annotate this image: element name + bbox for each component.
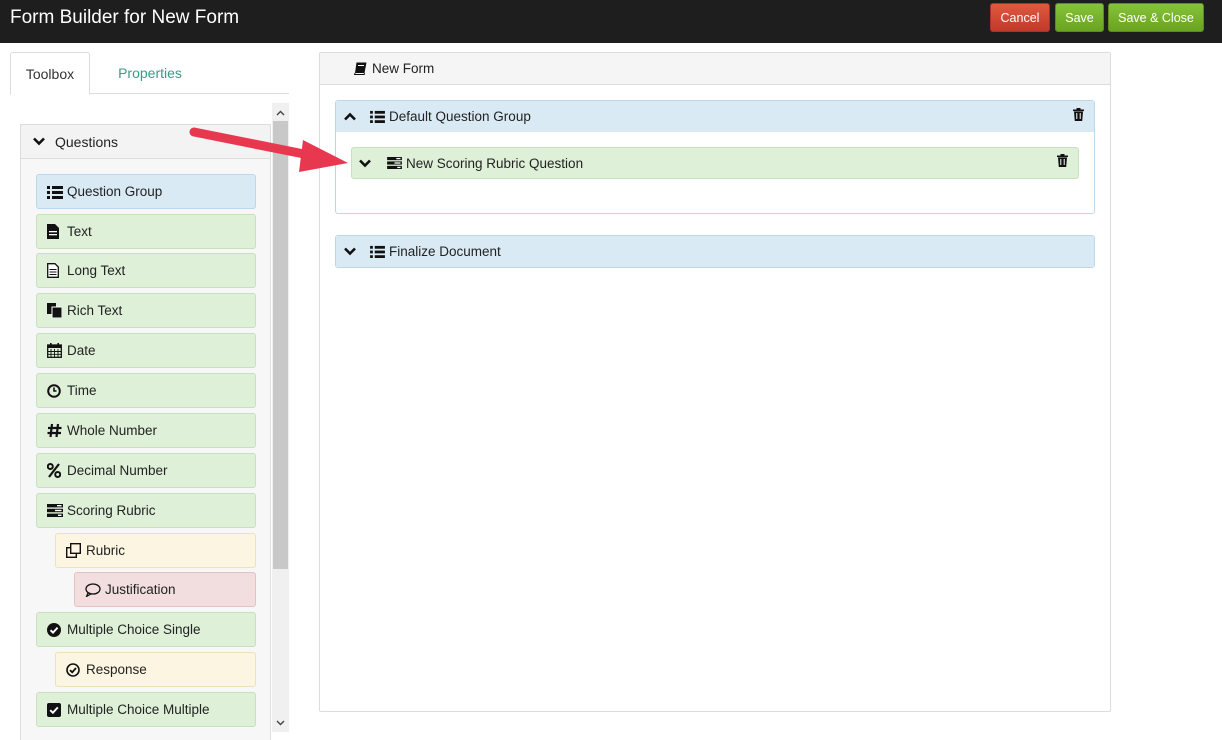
tab-properties[interactable]: Properties (98, 52, 202, 94)
hash-icon (47, 423, 65, 438)
item-label: Response (86, 662, 147, 677)
toolbox-item-question-group[interactable]: Question Group (36, 174, 256, 209)
check-circle-outline-icon (66, 662, 84, 677)
check-square-icon (47, 702, 65, 717)
item-label: Multiple Choice Multiple (67, 702, 210, 717)
question-group-default: Default Question Group New Scoring Rubri… (335, 100, 1095, 214)
item-label: Date (67, 343, 96, 358)
form-title: New Form (372, 61, 435, 76)
tasks-icon (47, 504, 65, 517)
question-label: New Scoring Rubric Question (406, 155, 584, 171)
chevron-down-icon[interactable] (359, 159, 373, 168)
group-label: Finalize Document (389, 244, 501, 259)
toolbox-panel: Questions Question Group Text Long Text … (20, 124, 271, 740)
item-label: Text (67, 224, 92, 239)
item-label: Whole Number (67, 423, 158, 438)
group-header[interactable]: Finalize Document (336, 236, 1094, 267)
clock-icon (47, 383, 65, 398)
trash-icon[interactable] (1073, 108, 1084, 121)
questions-section-header[interactable]: Questions (21, 125, 270, 159)
chevron-down-icon (33, 137, 45, 146)
toolbox-item-whole-number[interactable]: Whole Number (36, 413, 256, 448)
form-canvas: New Form Default Question Group New Scor… (319, 52, 1111, 712)
group-label: Default Question Group (389, 109, 531, 124)
clone-icon (66, 543, 84, 558)
side-tabs: Toolbox Properties (10, 52, 289, 95)
item-label: Rubric (86, 543, 126, 558)
questions-section-label: Questions (55, 133, 119, 150)
cancel-button[interactable]: Cancel (990, 3, 1050, 32)
toolbox-item-text[interactable]: Text (36, 214, 256, 249)
percent-icon (47, 463, 65, 478)
item-label: Rich Text (67, 303, 123, 318)
top-bar: Form Builder for New Form Cancel Save Sa… (0, 0, 1222, 43)
toolbox-item-rich-text[interactable]: Rich Text (36, 293, 256, 328)
scroll-up-icon[interactable] (272, 104, 289, 121)
file-text-icon (47, 263, 65, 278)
list-icon (47, 185, 65, 199)
list-icon (370, 245, 385, 258)
toolbox-item-long-text[interactable]: Long Text (36, 253, 256, 288)
item-label: Justification (105, 582, 176, 597)
item-label: Long Text (67, 263, 126, 278)
item-label: Scoring Rubric (67, 503, 156, 518)
question-group-finalize: Finalize Document (335, 235, 1095, 268)
form-header: New Form (320, 53, 1110, 85)
page-title: Form Builder for New Form (10, 7, 240, 28)
toolbox-item-date[interactable]: Date (36, 333, 256, 368)
save-button[interactable]: Save (1055, 3, 1104, 32)
check-circle-icon (47, 622, 65, 637)
calendar-icon (47, 343, 65, 358)
tasks-icon (387, 157, 402, 169)
chevron-down-icon[interactable] (344, 247, 358, 256)
toolbox-item-time[interactable]: Time (36, 373, 256, 408)
comment-icon (85, 582, 103, 597)
toolbox-item-scoring-rubric[interactable]: Scoring Rubric (36, 493, 256, 528)
item-label: Time (67, 383, 97, 398)
toolbox-item-response[interactable]: Response (55, 652, 256, 687)
question-scoring-rubric[interactable]: New Scoring Rubric Question (351, 147, 1079, 179)
save-close-button[interactable]: Save & Close (1108, 3, 1204, 32)
toolbox-item-multiple-choice-multiple[interactable]: Multiple Choice Multiple (36, 692, 256, 727)
toolbox-item-justification[interactable]: Justification (74, 572, 256, 607)
item-label: Decimal Number (67, 463, 168, 478)
chevron-up-icon[interactable] (344, 112, 358, 121)
group-header[interactable]: Default Question Group (336, 101, 1094, 132)
toolbox-item-decimal-number[interactable]: Decimal Number (36, 453, 256, 488)
scroll-down-icon[interactable] (272, 714, 289, 731)
list-icon (370, 110, 385, 123)
copy-icon (47, 303, 65, 318)
tab-toolbox[interactable]: Toolbox (10, 52, 90, 95)
file-icon (47, 224, 65, 239)
item-label: Question Group (67, 184, 163, 199)
toolbox-item-multiple-choice-single[interactable]: Multiple Choice Single (36, 612, 256, 647)
book-icon (354, 62, 367, 75)
item-label: Multiple Choice Single (67, 622, 201, 637)
toolbox-item-rubric[interactable]: Rubric (55, 533, 256, 568)
toolbox-scrollbar-thumb[interactable] (273, 121, 288, 569)
trash-icon[interactable] (1057, 154, 1068, 167)
